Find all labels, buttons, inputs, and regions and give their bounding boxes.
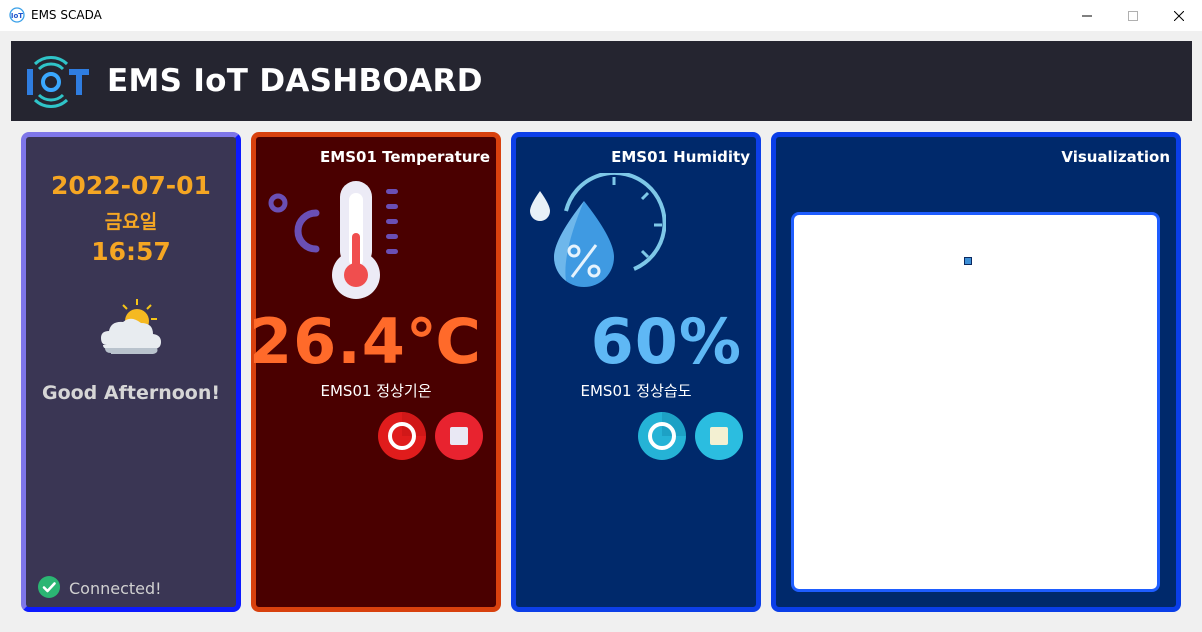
temperature-value: 26.4℃ bbox=[248, 305, 482, 378]
visualization-marker bbox=[964, 257, 972, 265]
window-titlebar: IoT EMS SCADA bbox=[0, 0, 1202, 31]
current-date: 2022-07-01 bbox=[51, 171, 211, 200]
temperature-record-button[interactable] bbox=[378, 412, 426, 460]
status-panel: 2022-07-01 금요일 16:57 Good Afternoon! Con… bbox=[21, 132, 241, 612]
temperature-label: EMS01 정상기온 bbox=[320, 382, 432, 400]
dashboard-title: EMS IoT DASHBOARD bbox=[107, 63, 483, 99]
connection-status: Connected! bbox=[69, 579, 162, 598]
close-button[interactable] bbox=[1156, 0, 1202, 31]
maximize-button[interactable] bbox=[1110, 0, 1156, 31]
maximize-icon bbox=[1128, 10, 1138, 21]
humidity-panel-title: EMS01 Humidity bbox=[611, 148, 750, 166]
current-weekday: 금요일 bbox=[104, 211, 158, 233]
temperature-stop-button[interactable] bbox=[435, 412, 483, 460]
iot-logo-icon bbox=[27, 56, 89, 108]
humidity-panel: EMS01 Humidity 60% EMS01 정상습도 bbox=[511, 132, 761, 612]
temperature-panel: EMS01 Temperature 26.4℃ EMS01 정상기온 bbox=[248, 132, 501, 612]
dashboard-header: EMS IoT DASHBOARD bbox=[11, 41, 1192, 121]
visualization-panel: Visualization bbox=[771, 132, 1181, 612]
humidity-value: 60% bbox=[590, 305, 742, 378]
svg-text:IoT: IoT bbox=[11, 12, 23, 20]
temperature-panel-title: EMS01 Temperature bbox=[320, 148, 490, 166]
app-icon: IoT bbox=[9, 7, 25, 23]
minimize-button[interactable] bbox=[1064, 0, 1110, 31]
partly-cloudy-sun-icon bbox=[101, 299, 161, 354]
humidity-stop-button[interactable] bbox=[695, 412, 743, 460]
client-area: EMS IoT DASHBOARD 2022-07-01 금요일 16:57 G… bbox=[0, 31, 1202, 632]
minimize-icon bbox=[1082, 15, 1092, 16]
humidity-record-button[interactable] bbox=[638, 412, 686, 460]
window-title: EMS SCADA bbox=[31, 8, 102, 22]
thermometer-celsius-icon bbox=[268, 181, 398, 299]
greeting-text: Good Afternoon! bbox=[41, 382, 221, 404]
close-icon bbox=[1174, 10, 1184, 21]
visualization-canvas[interactable] bbox=[791, 212, 1160, 592]
current-time: 16:57 bbox=[91, 237, 171, 266]
check-circle-icon bbox=[38, 576, 60, 598]
humidity-label: EMS01 정상습도 bbox=[580, 382, 692, 400]
visualization-panel-title: Visualization bbox=[1061, 148, 1170, 166]
humidity-drop-gauge-icon bbox=[530, 173, 666, 287]
